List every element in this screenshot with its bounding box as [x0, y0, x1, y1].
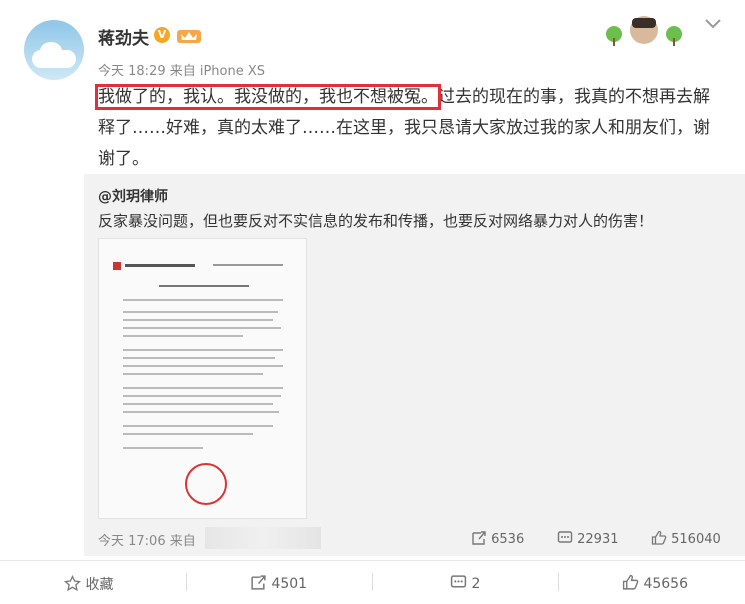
doc-line [123, 299, 283, 301]
comment-button[interactable]: 2 [450, 574, 480, 592]
post-meta: 今天 18:29 来自 iPhone XS [98, 64, 266, 79]
thumbs-up-icon [651, 530, 667, 545]
doc-line [123, 387, 283, 389]
divider [558, 573, 559, 591]
star-icon [64, 574, 81, 592]
repost-share-count: 6536 [491, 532, 525, 547]
repost-text: 反家暴没问题，但也要反对不实信息的发布和传播，也要反对网络暴力对人的伤害！ [98, 212, 654, 230]
comment-icon [557, 531, 573, 543]
like-count: 45656 [643, 576, 688, 592]
red-seal-stamp [185, 463, 227, 505]
chevron-down-icon[interactable] [704, 18, 722, 30]
doc-line [123, 433, 253, 435]
repost-like-button[interactable]: 516040 [651, 530, 721, 547]
repost-comment-button[interactable]: 22931 [557, 530, 619, 547]
username[interactable]: 蒋劲夫 [98, 24, 149, 49]
doc-line [123, 319, 273, 321]
avatar-cloud-puff [40, 42, 62, 60]
doc-line [123, 357, 275, 359]
repost-author[interactable]: @刘玥律师 [98, 186, 168, 206]
doc-line [123, 395, 281, 397]
doc-line [123, 311, 278, 313]
repost-like-count: 516040 [671, 532, 721, 547]
doc-title-line [159, 285, 249, 287]
favorite-button[interactable]: 收藏 [64, 574, 113, 594]
share-icon [472, 531, 486, 545]
document-image[interactable] [98, 238, 307, 519]
doc-line [123, 335, 243, 337]
highlighted-text: 我做了的，我认。我没做的，我也不想被冤。 [95, 84, 441, 110]
comment-icon [450, 575, 467, 588]
doc-line [123, 327, 281, 329]
share-icon [251, 575, 266, 590]
avatar[interactable] [24, 20, 84, 80]
repost-meta: 今天 17:06 来自 [98, 534, 196, 549]
doc-line [123, 373, 263, 375]
like-button[interactable]: 45656 [622, 574, 688, 592]
thumbs-up-icon [622, 574, 639, 590]
share-count: 4501 [271, 576, 308, 592]
doc-line [123, 403, 273, 405]
cover-decoration-icon [606, 16, 682, 46]
divider [372, 573, 373, 591]
divider [186, 573, 187, 591]
member-crown-icon [177, 30, 201, 43]
blurred-source [205, 527, 321, 549]
doc-line [123, 447, 203, 449]
doc-line [123, 365, 283, 367]
law-firm-logo [113, 262, 283, 270]
share-button[interactable]: 4501 [250, 574, 307, 592]
repost-share-button[interactable]: 6536 [471, 530, 524, 547]
comment-count: 2 [471, 576, 481, 592]
doc-line [123, 425, 273, 427]
repost-comment-count: 22931 [577, 532, 619, 547]
favorite-label: 收藏 [85, 577, 114, 593]
post-content: 我做了的，我认。我没做的，我也不想被冤。过去的现在的事，我真的不想再去解释了……… [95, 82, 724, 175]
doc-line [123, 349, 283, 351]
verified-badge-icon: V [154, 27, 170, 43]
doc-line [123, 411, 279, 413]
